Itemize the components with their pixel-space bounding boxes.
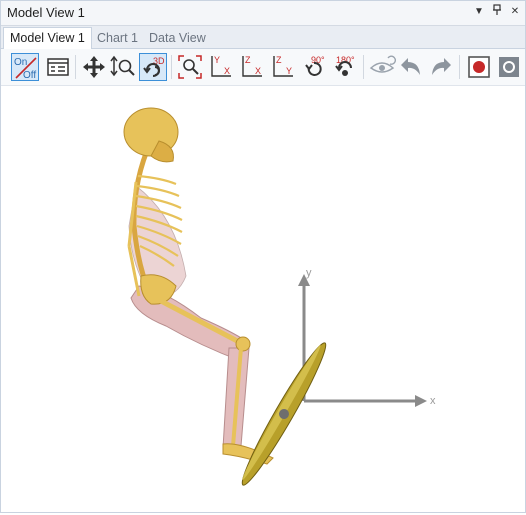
stop-icon	[499, 57, 519, 77]
axis-top-label: Y	[214, 55, 220, 65]
on-label: On	[14, 57, 27, 68]
redo-button[interactable]	[427, 53, 455, 81]
title-bar-buttons: ▼ ✕	[473, 4, 521, 20]
on-off-toggle-button[interactable]: On Off	[11, 53, 39, 81]
pan-button[interactable]	[80, 53, 108, 81]
stop-button[interactable]	[495, 53, 523, 81]
undo-button[interactable]	[397, 53, 425, 81]
cylinder-object	[241, 342, 327, 486]
rotate-90-button[interactable]: 90°	[300, 53, 328, 81]
model-view-panel: Model View 1 ▼ ✕ Model View 1 Chart 1 Da…	[0, 0, 526, 513]
rotate-180-icon: 180°	[335, 55, 355, 76]
dropdown-icon[interactable]: ▼	[473, 4, 485, 20]
panel-title: Model View 1	[7, 5, 85, 20]
off-label: Off	[23, 70, 36, 81]
axis-top-label: Z	[276, 55, 282, 65]
view-yx-button[interactable]: Y X	[207, 53, 235, 81]
model-scene: y x	[123, 107, 436, 486]
tab-model-view-1[interactable]: Model View 1	[3, 27, 92, 50]
view-zy-button[interactable]: Z Y	[269, 53, 297, 81]
redo-icon	[432, 58, 451, 75]
toolbar-separator	[171, 55, 172, 79]
axes-zx-icon: Z X	[242, 55, 262, 77]
toolbar: On Off 3D Y X Z X Z Y 90° 180°	[1, 49, 525, 86]
record-icon	[468, 56, 490, 78]
tab-data-view[interactable]: Data View	[143, 28, 212, 48]
axis-bottom-label: Y	[286, 66, 292, 76]
properties-icon	[47, 58, 69, 76]
tab-strip: Model View 1 Chart 1 Data View	[1, 26, 525, 50]
zoom-fit-button[interactable]	[176, 53, 204, 81]
view-zx-button[interactable]: Z X	[238, 53, 266, 81]
rotate-180-label: 180°	[336, 55, 355, 65]
properties-button[interactable]	[44, 53, 72, 81]
toolbar-separator	[459, 55, 460, 79]
human-musculoskeletal-model	[123, 107, 274, 465]
eye-icon	[369, 55, 396, 73]
pan-icon	[83, 56, 105, 78]
visibility-button[interactable]	[368, 53, 396, 81]
rotate-90-icon: 90°	[305, 55, 325, 76]
axes-gizmo: y x	[298, 267, 436, 407]
rotate-3d-icon: 3D	[143, 56, 165, 77]
axes-zy-icon: Z Y	[273, 55, 293, 77]
axes-yx-icon: Y X	[211, 55, 231, 77]
pin-icon[interactable]	[491, 4, 503, 20]
zoom-button[interactable]	[109, 53, 137, 81]
toolbar-separator	[75, 55, 76, 79]
rotate-3d-button[interactable]: 3D	[139, 53, 167, 81]
y-axis-label: y	[306, 267, 312, 279]
x-axis-label: x	[430, 395, 436, 407]
axis-bottom-label: X	[255, 66, 261, 76]
panel-title-bar: Model View 1 ▼ ✕	[1, 1, 525, 26]
axis-top-label: Z	[245, 55, 251, 65]
record-button[interactable]	[465, 53, 493, 81]
close-icon[interactable]: ✕	[509, 4, 521, 20]
rotate-180-button[interactable]: 180°	[331, 53, 359, 81]
model-viewport[interactable]: y x	[1, 86, 525, 512]
tab-chart-1[interactable]: Chart 1	[91, 28, 144, 48]
zoom-fit-icon	[178, 55, 202, 79]
axis-bottom-label: X	[224, 66, 230, 76]
undo-icon	[401, 58, 420, 75]
zoom-icon	[110, 55, 135, 77]
toolbar-separator	[363, 55, 364, 79]
